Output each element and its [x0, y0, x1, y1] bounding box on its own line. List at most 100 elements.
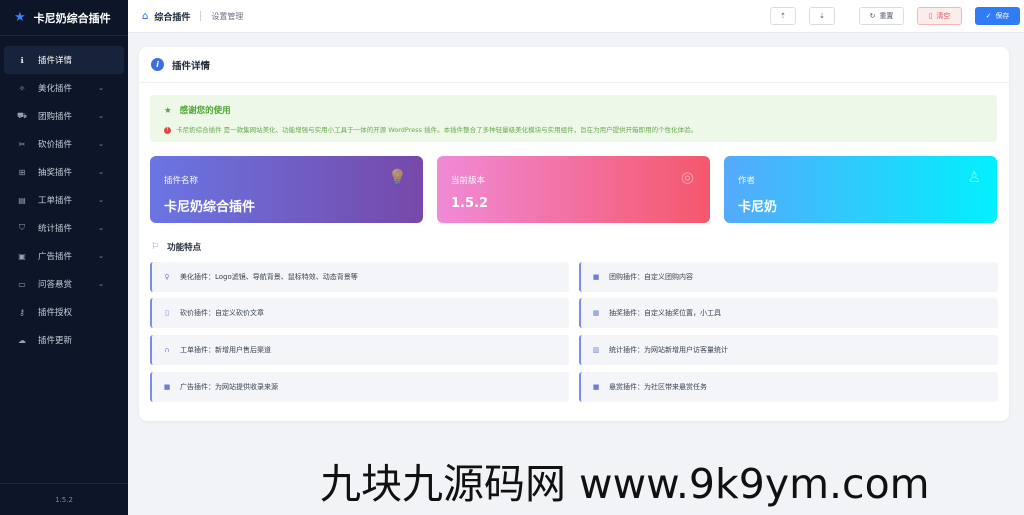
feature-text: 团购插件：自定义团购内容 — [609, 273, 693, 281]
sidebar-item-label: 插件详情 — [38, 56, 73, 66]
stat-label: 插件名称 — [164, 176, 199, 186]
reset-label: 重置 — [879, 12, 894, 20]
save-button[interactable]: ✓ 保存 — [975, 7, 1020, 25]
sidebar-item-label: 插件更新 — [38, 336, 73, 346]
sidebar-item[interactable]: ▤ 工单插件 ⌄ — [0, 186, 128, 214]
cloud-icon: ☁ — [18, 335, 26, 345]
sidebar-item-label: 广告插件 — [38, 252, 73, 262]
sidebar-item-label: 砍价插件 — [38, 140, 73, 150]
chat-icon: ▭ — [18, 279, 26, 289]
features-title: 功能特点 — [167, 243, 202, 253]
info-icon: ℹ — [20, 55, 24, 65]
ticket-icon: ▤ — [18, 195, 26, 205]
sidebar-menu: ℹ 插件详情 ✧ 美化插件 ⌄ ⛟ 团购插件 ⌄ ✂ 砍价插件 ⌄ ⊞ 抽奖插件 ⌄ ▤ 工单插件 ⌄ ⛉ 统计插件… — [0, 46, 128, 354]
user-icon: ♙ — [967, 168, 981, 186]
sidebar-item[interactable]: ⊞ 抽奖插件 ⌄ — [0, 158, 128, 186]
clear-button[interactable]: ▯ 清空 — [917, 7, 962, 25]
trash-icon: ▯ — [928, 12, 933, 20]
chevron-down-icon: ⌄ — [98, 196, 104, 204]
feature-text: 美化插件：Logo滤镜、导航背景、鼠标特效、动态背景等 — [180, 273, 358, 281]
feature-item: ▥ 统计插件：为网站新增用户访客量统计 — [579, 335, 998, 365]
thanks-title-row: ★ 感谢您的使用 — [164, 104, 231, 116]
sidebar-item-label: 问答悬赏 — [38, 280, 73, 290]
thanks-text-row: ! 卡尼奶综合插件 是一款集网站美化、功能增强与实用小工具于一体的开源 Word… — [164, 124, 697, 134]
features-title-row: ⚐ 功能特点 — [151, 241, 201, 253]
gift-icon: ⊞ — [18, 167, 26, 177]
feature-text: 统计插件：为网站新增用户访客量统计 — [609, 346, 728, 354]
upload-icon: ⇡ — [780, 12, 786, 20]
home-icon[interactable]: ⌂ — [142, 11, 148, 22]
sidebar-item[interactable]: ☁ 插件更新 — [0, 326, 128, 354]
stats-icon: ⛉ — [19, 223, 25, 232]
key-icon: ⚷ — [19, 307, 25, 317]
stat-plugin-name: 插件名称 卡尼奶综合插件 💡 — [150, 156, 423, 223]
sidebar: ★ 卡尼奶综合插件 ℹ 插件详情 ✧ 美化插件 ⌄ ⛟ 团购插件 ⌄ ✂ 砍价插件 ⌄ ⊞ 抽奖插件 ⌄ ▤… — [0, 0, 128, 515]
thanks-text: 卡尼奶综合插件 是一款集网站美化、功能增强与实用小工具于一体的开源 WordPr… — [176, 126, 698, 134]
version-label: 1.5.2 — [0, 483, 128, 515]
feature-text: 砍价插件：自定义砍价文章 — [180, 309, 264, 317]
chevron-down-icon: ⌄ — [98, 252, 104, 260]
feature-item: ▦ 抽奖插件：自定义抽奖位置，小工具 — [579, 298, 998, 328]
star-icon: ★ — [14, 10, 26, 25]
cart-icon: ⛟ — [16, 111, 28, 120]
bulb-icon: 💡 — [388, 168, 407, 186]
sidebar-item[interactable]: ▣ 广告插件 ⌄ — [0, 242, 128, 270]
feature-item: ♀ 美化插件：Logo滤镜、导航背景、鼠标特效、动态背景等 — [150, 262, 569, 292]
sidebar-item-label: 团购插件 — [38, 112, 73, 122]
stat-author: 作者 卡尼奶 ♙ — [724, 156, 997, 223]
sidebar-item[interactable]: ⛟ 团购插件 ⌄ — [0, 102, 128, 130]
feature-item: ▯ 砍价插件：自定义砍价文章 — [150, 298, 569, 328]
check-icon: ✓ — [985, 12, 992, 20]
sidebar-item-label: 工单插件 — [38, 196, 73, 206]
export-button[interactable]: ⇡ — [770, 7, 796, 25]
feature-item: ■ 广告插件：为网站提供收录来源 — [150, 372, 569, 402]
stat-label: 作者 — [738, 176, 756, 186]
sidebar-item-label: 美化插件 — [38, 84, 73, 94]
breadcrumb-sub: 设置管理 — [211, 11, 244, 21]
feature-text: 抽奖插件：自定义抽奖位置，小工具 — [609, 309, 721, 317]
brand: ★ 卡尼奶综合插件 — [0, 0, 128, 36]
bookmark-icon: ⚐ — [151, 242, 160, 252]
ad-small-icon: ■ — [163, 383, 171, 391]
chevron-down-icon: ⌄ — [98, 140, 104, 148]
cart-small-icon: ■ — [592, 273, 600, 281]
feature-item: ■ 悬赏插件：为社区带来悬赏任务 — [579, 372, 998, 402]
feature-item: ■ 团购插件：自定义团购内容 — [579, 262, 998, 292]
import-button[interactable]: ⇣ — [809, 7, 835, 25]
info-icon: i — [151, 58, 164, 71]
top-header: ⌂ 综合插件 设置管理 ⇡ ⇣ ↻ 重置 ▯ 清空 ✓ 保存 — [128, 0, 1024, 33]
medal-icon: ◎ — [680, 168, 694, 186]
sidebar-item[interactable]: ⚷ 插件授权 — [0, 298, 128, 326]
thanks-alert: ★ 感谢您的使用 ! 卡尼奶综合插件 是一款集网站美化、功能增强与实用小工具于一… — [150, 95, 997, 142]
card-title: 插件详情 — [172, 60, 211, 72]
reward-small-icon: ■ — [592, 383, 600, 391]
sidebar-item-label: 插件授权 — [38, 308, 73, 318]
stat-value: 1.5.2 — [451, 196, 489, 211]
stat-value: 卡尼奶综合插件 — [164, 200, 256, 215]
breadcrumb-main[interactable]: 综合插件 — [154, 10, 190, 23]
chevron-down-icon: ⌄ — [98, 224, 104, 232]
reset-button[interactable]: ↻ 重置 — [859, 7, 904, 25]
refresh-icon: ↻ — [869, 12, 876, 20]
scissors-icon: ✂ — [18, 139, 26, 149]
sidebar-item[interactable]: ℹ 插件详情 — [4, 46, 124, 74]
chart-small-icon: ▥ — [592, 346, 600, 354]
sidebar-item[interactable]: ▭ 问答悬赏 ⌄ — [0, 270, 128, 298]
stat-value: 卡尼奶 — [738, 200, 778, 215]
bulb-small-icon: ♀ — [164, 273, 170, 281]
sidebar-item[interactable]: ✂ 砍价插件 ⌄ — [0, 130, 128, 158]
sidebar-item-label: 抽奖插件 — [38, 168, 73, 178]
doc-small-icon: ▯ — [165, 309, 169, 317]
thanks-title: 感谢您的使用 — [179, 106, 231, 116]
sidebar-item[interactable]: ⛉ 统计插件 ⌄ — [0, 214, 128, 242]
watermark: 九块九源码网 www.9k9ym.com — [320, 460, 930, 508]
sidebar-item[interactable]: ✧ 美化插件 ⌄ — [0, 74, 128, 102]
alert-dot-icon: ! — [164, 126, 171, 134]
details-card: i 插件详情 ★ 感谢您的使用 ! 卡尼奶综合插件 是一款集网站美化、功能增强与… — [139, 47, 1009, 421]
clear-label: 清空 — [936, 12, 951, 20]
calendar-small-icon: ▦ — [592, 309, 600, 317]
download-icon: ⇣ — [819, 12, 825, 20]
headset-small-icon: ∩ — [164, 346, 170, 354]
stat-label: 当前版本 — [451, 176, 486, 186]
feature-text: 悬赏插件：为社区带来悬赏任务 — [609, 383, 707, 391]
